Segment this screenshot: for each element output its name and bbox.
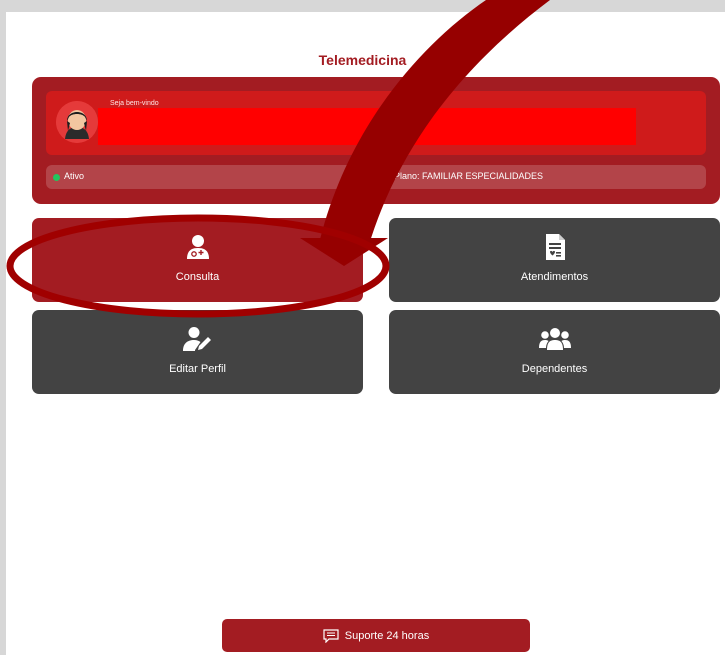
medical-record-icon bbox=[535, 231, 575, 263]
user-card: Seja bem-vindo Ativo Plano: FAMILIAR ESP… bbox=[32, 77, 720, 204]
doctor-icon bbox=[178, 231, 218, 263]
greeting-text: Seja bem-vindo bbox=[110, 100, 159, 107]
users-icon bbox=[535, 323, 575, 355]
consulta-label: Consulta bbox=[175, 271, 220, 283]
chat-icon bbox=[323, 628, 339, 643]
avatar bbox=[56, 101, 98, 143]
dependentes-button[interactable]: Dependentes bbox=[389, 310, 720, 394]
support-button[interactable]: Suporte 24 horas bbox=[222, 619, 530, 652]
editar-perfil-label: Editar Perfil bbox=[169, 363, 226, 375]
editar-perfil-button[interactable]: Editar Perfil bbox=[32, 310, 363, 394]
atendimentos-label: Atendimentos bbox=[520, 271, 589, 283]
atendimentos-button[interactable]: Atendimentos bbox=[389, 218, 720, 302]
support-label: Suporte 24 horas bbox=[344, 629, 430, 642]
status-bar: Ativo Plano: FAMILIAR ESPECIALIDADES bbox=[46, 165, 706, 189]
dependentes-label: Dependentes bbox=[521, 363, 588, 375]
consulta-button[interactable]: Consulta bbox=[32, 218, 363, 302]
page-title: Telemedicina bbox=[318, 52, 407, 68]
user-info: Seja bem-vindo bbox=[46, 91, 706, 155]
status-badge: Ativo bbox=[64, 171, 85, 181]
plan-label: Plano: FAMILIAR ESPECIALIDADES bbox=[394, 171, 544, 181]
redacted-user-name bbox=[98, 108, 636, 145]
edit-user-icon bbox=[178, 323, 218, 355]
status-dot-icon bbox=[53, 174, 60, 181]
